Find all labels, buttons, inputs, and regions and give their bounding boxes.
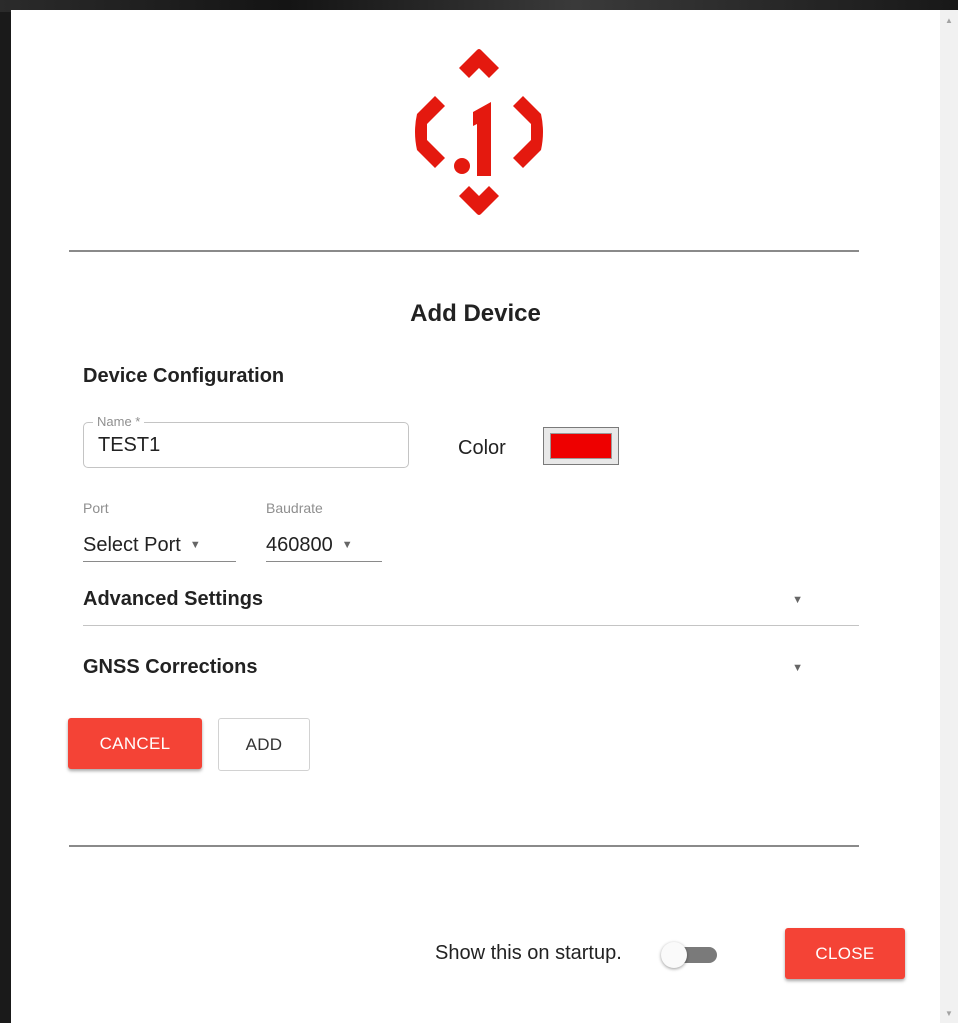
scroll-down-icon[interactable]: ▼ (940, 1005, 958, 1021)
advanced-settings-label: Advanced Settings (83, 588, 264, 610)
chevron-down-icon: ▼ (189, 539, 201, 551)
scroll-up-icon[interactable]: ▲ (940, 12, 958, 28)
port-label: Port (83, 500, 109, 516)
add-device-dialog: ▲ ▼ Add Device Device Configuration Name… (11, 10, 958, 1023)
chevron-down-icon: ▼ (341, 539, 353, 551)
toggle-thumb[interactable] (661, 942, 687, 968)
vertical-scrollbar[interactable]: ▲ ▼ (940, 10, 958, 1023)
port-select[interactable]: Select Port ▼ (83, 529, 236, 562)
advanced-settings-accordion[interactable]: Advanced Settings ▼ (83, 580, 859, 620)
show-on-startup-label: Show this on startup. (435, 942, 622, 964)
top-divider (69, 250, 859, 252)
baudrate-select[interactable]: 460800 ▼ (266, 529, 382, 562)
inertial-sense-logo (415, 49, 543, 215)
accordion-divider (83, 625, 859, 626)
baudrate-label: Baudrate (266, 500, 323, 516)
color-swatch-fill (550, 433, 612, 459)
dialog-title: Add Device (410, 300, 541, 327)
baudrate-select-value: 460800 (266, 533, 333, 556)
chevron-down-icon[interactable]: ▼ (792, 662, 803, 674)
chevron-down-icon[interactable]: ▼ (792, 594, 803, 606)
color-picker-button[interactable] (543, 427, 619, 465)
add-button[interactable]: ADD (218, 718, 310, 771)
gnss-corrections-accordion[interactable]: GNSS Corrections ▼ (83, 648, 859, 688)
port-select-value: Select Port (83, 533, 181, 556)
name-field-label: Name * (93, 414, 145, 429)
show-on-startup-toggle[interactable] (661, 942, 719, 968)
name-field[interactable]: Name * TEST1 (83, 414, 409, 468)
device-configuration-heading: Device Configuration (83, 365, 285, 387)
name-field-value[interactable]: TEST1 (98, 434, 160, 457)
color-label: Color (458, 437, 506, 459)
bottom-divider (69, 845, 859, 847)
close-button[interactable]: CLOSE (785, 928, 905, 979)
cancel-button[interactable]: CANCEL (68, 718, 202, 769)
gnss-corrections-label: GNSS Corrections (83, 656, 258, 678)
